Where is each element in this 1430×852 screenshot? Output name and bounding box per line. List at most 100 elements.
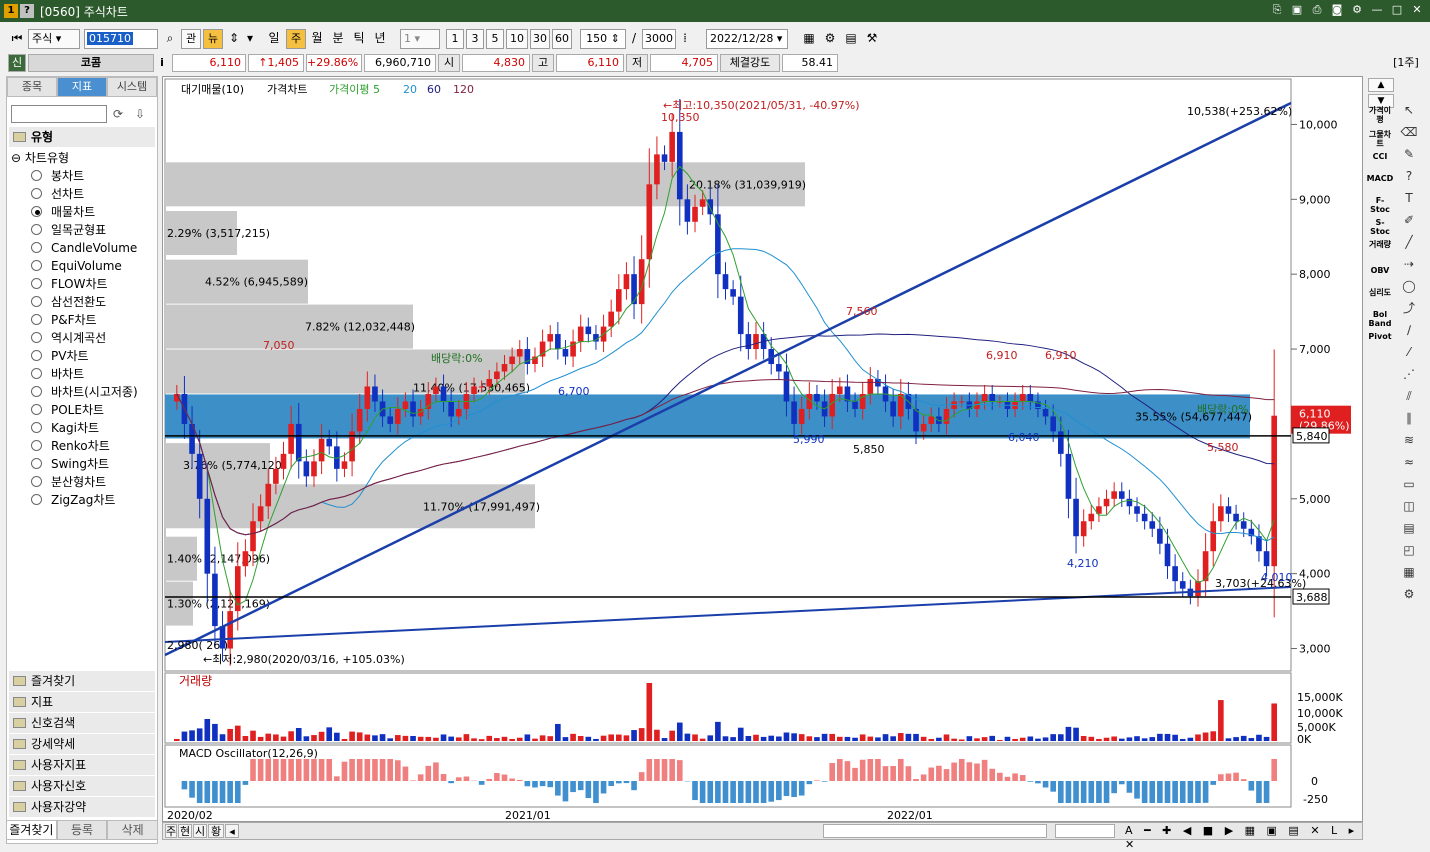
refresh-icon[interactable]: ⟳ bbox=[109, 105, 127, 123]
pointer-icon[interactable]: ↖ bbox=[1396, 100, 1422, 120]
chart-type-3[interactable]: 일목균형표 bbox=[31, 221, 161, 239]
scroll-left-btn[interactable]: ◂ bbox=[225, 824, 239, 838]
radio-icon[interactable] bbox=[31, 296, 42, 307]
scroll-up-icon[interactable]: ▲ bbox=[1368, 78, 1394, 92]
week-btn[interactable]: 주 bbox=[165, 824, 177, 838]
indicator-shortcut-8[interactable]: 심리도 bbox=[1366, 288, 1394, 297]
preset-60[interactable]: 60 bbox=[552, 29, 572, 49]
chart-type-group[interactable]: ⊖ 차트유형 bbox=[11, 149, 69, 166]
zoom-slider[interactable] bbox=[1055, 824, 1115, 838]
tab-stock[interactable]: 종목 bbox=[7, 77, 57, 97]
radio-icon[interactable] bbox=[31, 224, 42, 235]
magnet-icon[interactable]: ⚙ bbox=[1396, 584, 1422, 604]
favorites-tab[interactable]: 즐겨찾기 bbox=[6, 820, 57, 840]
indicator-shortcut-3[interactable]: MACD bbox=[1366, 174, 1394, 183]
radio-icon[interactable] bbox=[31, 260, 42, 271]
dropdown-icon[interactable]: ▾ bbox=[245, 29, 255, 49]
search-icon[interactable]: ⌕ bbox=[161, 29, 179, 49]
radio-icon[interactable] bbox=[31, 242, 42, 253]
section-3[interactable]: 강세약세 bbox=[9, 734, 155, 754]
box-icon[interactable]: ▭ bbox=[1396, 474, 1422, 494]
tab-system[interactable]: 시스템 bbox=[107, 77, 157, 97]
cycle-icon[interactable]: ≈ bbox=[1396, 452, 1422, 472]
updown-icon[interactable]: ⇕ bbox=[226, 29, 242, 49]
period-minute[interactable]: 분 bbox=[328, 29, 348, 49]
radio-icon[interactable] bbox=[31, 458, 42, 469]
table-icon[interactable]: ▦ bbox=[800, 29, 818, 49]
indicator-shortcut-1[interactable]: 그물차트 bbox=[1366, 130, 1394, 148]
chart-type-1[interactable]: 선차트 bbox=[31, 185, 161, 203]
section-1[interactable]: 지표 bbox=[9, 692, 155, 712]
arrow-line-icon[interactable]: ⇢ bbox=[1396, 254, 1422, 274]
chart-type-12[interactable]: 바차트(시고저종) bbox=[31, 383, 161, 401]
wave-icon[interactable]: ≋ bbox=[1396, 430, 1422, 450]
preset-10[interactable]: 10 bbox=[506, 29, 528, 49]
pen-icon[interactable]: ✐ bbox=[1396, 210, 1422, 230]
preset-30[interactable]: 30 bbox=[530, 29, 550, 49]
chart-svg[interactable]: 10,0009,0008,0007,0005,0004,0003,00020.1… bbox=[163, 77, 1364, 823]
radio-icon[interactable] bbox=[31, 422, 42, 433]
text-icon[interactable]: T bbox=[1396, 188, 1422, 208]
close-icon[interactable]: ✕ bbox=[1410, 3, 1424, 17]
market-btn[interactable]: 시 bbox=[193, 824, 207, 838]
preset-1[interactable]: 1 bbox=[446, 29, 464, 49]
chart-area[interactable]: 10,0009,0008,0007,0005,0004,0003,00020.1… bbox=[162, 76, 1363, 822]
chart-type-8[interactable]: P&F차트 bbox=[31, 311, 161, 329]
total-input[interactable]: 3000 bbox=[642, 29, 676, 49]
ray-icon[interactable]: ⁄ bbox=[1396, 342, 1422, 362]
radio-icon[interactable] bbox=[31, 440, 42, 451]
radio-icon[interactable] bbox=[31, 170, 42, 181]
section-6[interactable]: 사용자강약 bbox=[9, 797, 155, 817]
line-icon[interactable]: ╱ bbox=[1396, 232, 1422, 252]
section-5[interactable]: 사용자신호 bbox=[9, 776, 155, 796]
chart-type-11[interactable]: 바차트 bbox=[31, 365, 161, 383]
tab-indicator[interactable]: 지표 bbox=[57, 77, 107, 97]
radio-icon[interactable] bbox=[31, 350, 42, 361]
radio-icon[interactable] bbox=[31, 368, 42, 379]
grid-icon[interactable]: ⁞ bbox=[678, 29, 692, 49]
period-month[interactable]: 월 bbox=[307, 29, 327, 49]
radio-icon[interactable] bbox=[31, 404, 42, 415]
curve-icon[interactable]: ⤴ bbox=[1396, 298, 1422, 318]
link-icon[interactable]: ⎘ bbox=[1270, 3, 1284, 17]
preset-3[interactable]: 3 bbox=[466, 29, 484, 49]
radio-icon[interactable] bbox=[31, 278, 42, 289]
indicator-shortcut-5[interactable]: S-Stoc bbox=[1366, 218, 1394, 236]
delete-button[interactable]: 삭제 bbox=[107, 820, 158, 840]
minute-select[interactable]: 1 ▾ bbox=[400, 29, 440, 49]
list-icon[interactable]: ▤ bbox=[1396, 518, 1422, 538]
chart-type-10[interactable]: PV차트 bbox=[31, 347, 161, 365]
grid-icon[interactable]: ▦ bbox=[1396, 562, 1422, 582]
indicator-shortcut-0[interactable]: 가격이평 bbox=[1366, 106, 1394, 124]
camera-icon[interactable]: ◙ bbox=[1330, 3, 1344, 17]
indicator-shortcut-2[interactable]: CCI bbox=[1366, 152, 1394, 161]
save-icon[interactable]: ▤ bbox=[842, 29, 860, 49]
download-icon[interactable]: ⇩ bbox=[131, 105, 149, 123]
fibo-icon[interactable]: ⋰ bbox=[1396, 364, 1422, 384]
chart-type-4[interactable]: CandleVolume bbox=[31, 239, 161, 257]
trend-line-icon[interactable]: ∕ bbox=[1396, 320, 1422, 340]
market-select[interactable]: 주식 ▾ bbox=[28, 29, 80, 49]
count-input[interactable]: 150 ⇕ bbox=[580, 29, 626, 49]
settings-icon[interactable]: ⚙ bbox=[821, 29, 839, 49]
radio-icon[interactable] bbox=[31, 314, 42, 325]
maximize-icon[interactable]: □ bbox=[1390, 3, 1404, 17]
window-icon[interactable]: ◫ bbox=[1396, 496, 1422, 516]
chart-type-6[interactable]: FLOW차트 bbox=[31, 275, 161, 293]
chart-type-18[interactable]: ZigZag차트 bbox=[31, 491, 161, 509]
radio-icon[interactable] bbox=[31, 332, 42, 343]
radio-icon[interactable] bbox=[31, 476, 42, 487]
print-icon[interactable]: ⎙ bbox=[1310, 3, 1324, 17]
code-input[interactable]: 015710 bbox=[84, 29, 158, 49]
period-tick[interactable]: 틱 bbox=[349, 29, 369, 49]
register-button[interactable]: 등록 bbox=[57, 820, 108, 840]
type-section-header[interactable]: 유형 bbox=[9, 127, 155, 147]
nyu-button[interactable]: 뉴 bbox=[203, 29, 223, 49]
current-btn[interactable]: 현 bbox=[178, 824, 192, 838]
first-icon[interactable]: ⏮ bbox=[8, 29, 26, 49]
section-0[interactable]: 즐겨찾기 bbox=[9, 671, 155, 691]
preset-5[interactable]: 5 bbox=[486, 29, 504, 49]
chart-type-16[interactable]: Swing차트 bbox=[31, 455, 161, 473]
gwan-button[interactable]: 관 bbox=[181, 29, 201, 49]
channel-icon[interactable]: ∥ bbox=[1396, 408, 1422, 428]
